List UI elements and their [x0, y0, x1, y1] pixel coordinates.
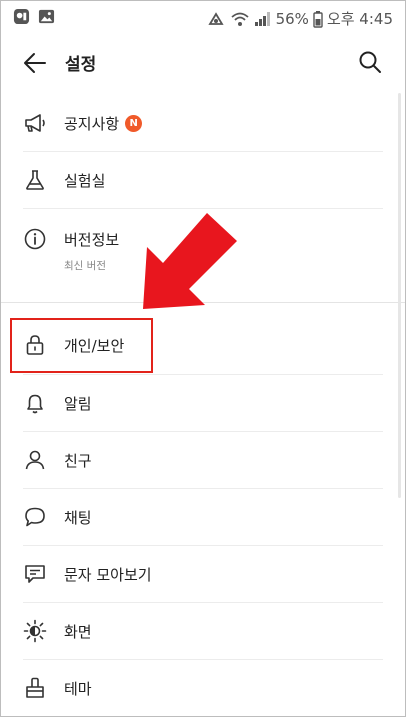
scrollbar[interactable]	[398, 93, 401, 498]
new-badge: N	[125, 114, 143, 132]
flask-icon	[26, 170, 44, 190]
image-icon	[38, 9, 55, 24]
app-screen: 56% 오후 4:45 설정 공지사항 N 실험실 버전정보 최신 버전 개인/…	[0, 0, 406, 717]
menu-item-label: 화면	[64, 622, 92, 641]
search-icon[interactable]	[357, 49, 383, 75]
menu-item-label: 테마	[64, 679, 92, 698]
divider	[23, 602, 383, 603]
nfc-icon	[208, 11, 224, 25]
system-status: 56% 오후 4:45	[206, 8, 393, 29]
megaphone-icon	[25, 114, 45, 132]
clock: 오후 4:45	[326, 10, 393, 28]
app-header: 설정	[1, 35, 405, 91]
back-arrow-icon[interactable]	[21, 49, 49, 77]
person-icon	[25, 450, 45, 470]
brightness-icon	[23, 619, 47, 643]
page-title: 설정	[65, 55, 97, 75]
message-box-icon	[25, 565, 45, 583]
paint-bucket-icon	[26, 677, 44, 698]
menu-item-label: 공지사항	[64, 114, 120, 133]
menu-item-notifications[interactable]: 알림	[1, 376, 405, 430]
notification-icons	[13, 8, 55, 25]
menu-item-friends[interactable]: 친구	[1, 433, 405, 487]
app-notification-icon	[13, 8, 30, 25]
menu-item-label: 실험실	[64, 171, 106, 190]
divider	[23, 659, 383, 660]
info-icon	[24, 228, 46, 250]
menu-item-label: 문자 모아보기	[64, 565, 152, 584]
divider	[23, 374, 383, 375]
red-arrow-annotation	[143, 213, 237, 309]
divider	[23, 431, 383, 432]
menu-item-label: 알림	[64, 394, 92, 413]
divider	[23, 488, 383, 489]
wifi-icon	[231, 12, 249, 26]
menu-item-label: 친구	[64, 451, 92, 470]
bell-icon	[27, 394, 43, 414]
menu-item-display[interactable]: 화면	[1, 604, 405, 658]
highlight-box	[10, 318, 153, 373]
menu-item-label: 채팅	[64, 508, 92, 527]
chat-bubble-icon	[25, 507, 45, 527]
divider	[23, 151, 383, 152]
menu-item-lab[interactable]: 실험실	[1, 153, 405, 207]
menu-item-sms[interactable]: 문자 모아보기	[1, 547, 405, 601]
menu-item-notice[interactable]: 공지사항 N	[1, 97, 405, 151]
version-status: 최신 버전	[64, 260, 106, 272]
battery-percent: 56%	[275, 9, 309, 28]
status-bar: 56% 오후 4:45	[1, 1, 405, 35]
menu-item-chat[interactable]: 채팅	[1, 490, 405, 544]
battery-icon	[313, 10, 323, 28]
menu-item-label: 버전정보	[64, 230, 120, 249]
divider	[23, 545, 383, 546]
menu-item-theme[interactable]: 테마	[1, 661, 405, 715]
signal-icon	[254, 11, 270, 26]
